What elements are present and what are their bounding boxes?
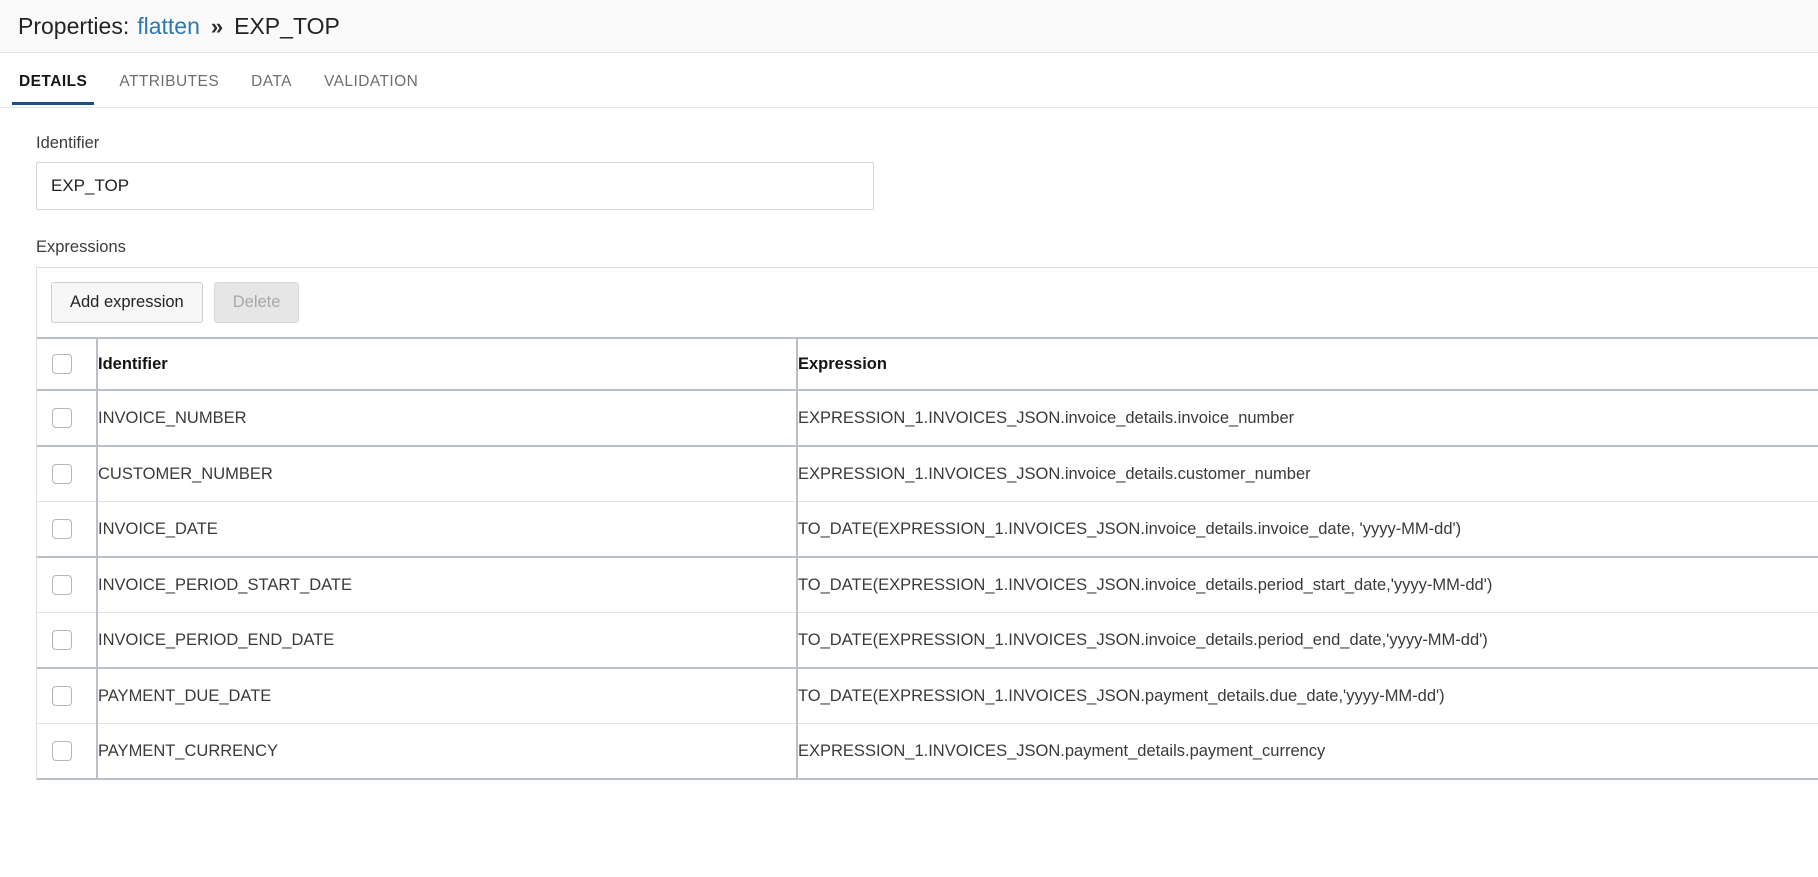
- table-row[interactable]: PAYMENT_DUE_DATE TO_DATE(EXPRESSION_1.IN…: [37, 668, 1818, 724]
- expressions-toolbar: Add expression Delete: [37, 268, 1818, 337]
- identifier-input[interactable]: [36, 162, 874, 210]
- tab-data[interactable]: DATA: [235, 53, 308, 105]
- row-identifier: PAYMENT_CURRENCY: [96, 723, 797, 780]
- row-identifier: CUSTOMER_NUMBER: [96, 446, 797, 502]
- expressions-table: Identifier Expression INVOICE_NUMBER EXP…: [37, 337, 1818, 780]
- table-header: Identifier Expression: [37, 337, 1818, 391]
- row-expression: EXPRESSION_1.INVOICES_JSON.payment_detai…: [796, 723, 1818, 780]
- row-select-cell: [37, 723, 97, 780]
- row-select-cell: [37, 501, 97, 558]
- delete-expression-button: Delete: [213, 282, 300, 323]
- row-checkbox[interactable]: [52, 464, 72, 484]
- column-header-expression[interactable]: Expression: [796, 337, 1818, 391]
- tab-details[interactable]: DETAILS: [3, 53, 103, 105]
- table-row[interactable]: PAYMENT_CURRENCY EXPRESSION_1.INVOICES_J…: [37, 723, 1818, 780]
- breadcrumb-prefix: Properties:: [18, 12, 130, 39]
- row-expression: TO_DATE(EXPRESSION_1.INVOICES_JSON.payme…: [796, 668, 1818, 724]
- table-row[interactable]: CUSTOMER_NUMBER EXPRESSION_1.INVOICES_JS…: [37, 446, 1818, 502]
- row-checkbox[interactable]: [52, 741, 72, 761]
- row-expression: TO_DATE(EXPRESSION_1.INVOICES_JSON.invoi…: [796, 612, 1818, 669]
- breadcrumb-separator-icon: »: [210, 13, 224, 39]
- row-checkbox[interactable]: [52, 408, 72, 428]
- row-identifier: PAYMENT_DUE_DATE: [96, 668, 797, 724]
- table-row[interactable]: INVOICE_PERIOD_END_DATE TO_DATE(EXPRESSI…: [37, 612, 1818, 669]
- table-row[interactable]: INVOICE_PERIOD_START_DATE TO_DATE(EXPRES…: [37, 557, 1818, 613]
- row-identifier: INVOICE_DATE: [96, 501, 797, 558]
- row-identifier: INVOICE_NUMBER: [96, 390, 797, 447]
- expressions-label: Expressions: [36, 238, 126, 256]
- identifier-field-block: Identifier: [0, 108, 1818, 210]
- breadcrumb-current: EXP_TOP: [234, 12, 340, 39]
- row-checkbox[interactable]: [52, 686, 72, 706]
- tab-validation[interactable]: VALIDATION: [308, 53, 434, 105]
- row-checkbox[interactable]: [52, 519, 72, 539]
- select-all-header: [37, 337, 97, 391]
- row-identifier: INVOICE_PERIOD_END_DATE: [96, 612, 797, 669]
- row-expression: TO_DATE(EXPRESSION_1.INVOICES_JSON.invoi…: [796, 557, 1818, 613]
- breadcrumb-link-flatten[interactable]: flatten: [137, 14, 200, 38]
- row-select-cell: [37, 557, 97, 613]
- row-expression: TO_DATE(EXPRESSION_1.INVOICES_JSON.invoi…: [796, 501, 1818, 558]
- breadcrumb-bar: Properties: flatten » EXP_TOP: [0, 0, 1818, 53]
- row-expression: EXPRESSION_1.INVOICES_JSON.invoice_detai…: [796, 390, 1818, 447]
- row-select-cell: [37, 668, 97, 724]
- expressions-panel: Add expression Delete Identifier Express…: [36, 267, 1818, 780]
- row-select-cell: [37, 390, 97, 447]
- table-row[interactable]: INVOICE_NUMBER EXPRESSION_1.INVOICES_JSO…: [37, 390, 1818, 447]
- select-all-checkbox[interactable]: [52, 354, 72, 374]
- add-expression-button[interactable]: Add expression: [51, 282, 203, 323]
- column-header-identifier[interactable]: Identifier: [96, 337, 797, 391]
- breadcrumb: Properties: flatten » EXP_TOP: [18, 12, 340, 39]
- row-identifier: INVOICE_PERIOD_START_DATE: [96, 557, 797, 613]
- row-select-cell: [37, 612, 97, 669]
- table-body: INVOICE_NUMBER EXPRESSION_1.INVOICES_JSO…: [37, 390, 1818, 780]
- table-header-row: Identifier Expression: [37, 337, 1818, 391]
- row-select-cell: [37, 446, 97, 502]
- row-checkbox[interactable]: [52, 630, 72, 650]
- tab-bar: DETAILS ATTRIBUTES DATA VALIDATION: [0, 53, 1818, 108]
- details-panel: Identifier Expressions Add expression De…: [0, 108, 1818, 780]
- row-checkbox[interactable]: [52, 575, 72, 595]
- table-row[interactable]: INVOICE_DATE TO_DATE(EXPRESSION_1.INVOIC…: [37, 501, 1818, 558]
- tab-attributes[interactable]: ATTRIBUTES: [103, 53, 235, 105]
- identifier-label: Identifier: [36, 134, 100, 152]
- row-expression: EXPRESSION_1.INVOICES_JSON.invoice_detai…: [796, 446, 1818, 502]
